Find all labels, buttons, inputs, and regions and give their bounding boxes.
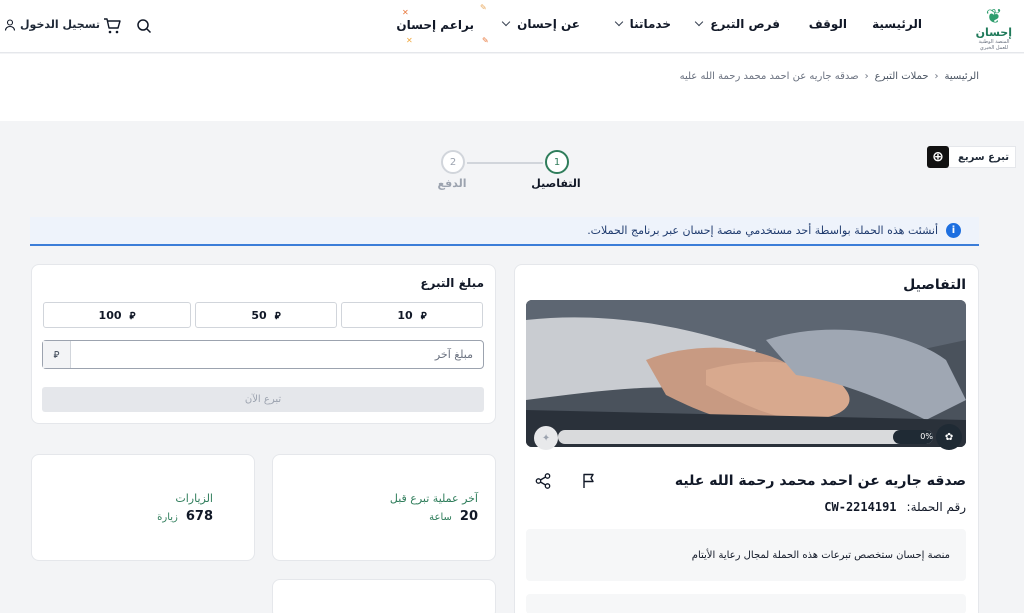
chevron-down-icon xyxy=(501,17,511,27)
sparkle-icon: ✎ xyxy=(480,3,487,12)
nav-waqf[interactable]: الوقف xyxy=(809,17,847,31)
other-amount-input[interactable] xyxy=(71,341,483,368)
details-title: التفاصيل xyxy=(903,277,966,293)
campaign-image xyxy=(526,300,966,447)
donation-amount-title: مبلغ التبرع xyxy=(420,276,484,290)
cart-button[interactable] xyxy=(100,14,124,38)
last-donation-value: 20 xyxy=(459,509,478,524)
step-2-label: الدفع xyxy=(437,177,467,190)
campaign-description: منصة إحسان ستخصص تبرعات هذه الحملة لمجال… xyxy=(526,529,966,581)
campaign-number-value: CW-2214191 xyxy=(824,500,897,514)
riyal-symbol: ⃁ xyxy=(43,341,71,368)
nav-donation-opportunities[interactable]: فرص التبرع xyxy=(695,17,780,31)
step-1-label: التفاصيل xyxy=(531,177,581,190)
campaign-progress: ✦ 0% ✿ xyxy=(526,424,966,450)
breadcrumb-home[interactable]: الرئيسية xyxy=(945,71,979,82)
progress-fill: 0% xyxy=(893,430,933,444)
holding-hands-photo xyxy=(526,300,966,447)
progress-track xyxy=(558,430,933,444)
nav-services[interactable]: خدماتنا xyxy=(614,17,671,31)
chevron-down-icon xyxy=(695,17,704,27)
last-donation-row: 20 ساعة xyxy=(390,509,478,524)
info-icon: i xyxy=(946,223,961,238)
last-donation-unit: ساعة xyxy=(429,512,452,523)
stepper-connector xyxy=(467,162,543,164)
ehsan-logo[interactable]: ❦ إحسان المنصة الوطنية للعمل الخيري xyxy=(975,4,1012,51)
logo-leaves-icon: ❦ xyxy=(985,4,1003,28)
campaign-number: رقم الحملة: CW-2214191 xyxy=(824,500,966,514)
ehsan-programs-promo[interactable]: ✕ ✕ ✎ ✎ براعم إحسان xyxy=(396,0,492,53)
sparkle-icon: ✎ xyxy=(482,36,489,45)
amount-option-100[interactable]: ⃁ 100 xyxy=(43,302,191,328)
riyal-symbol: ⃁ xyxy=(129,310,136,322)
breadcrumb-current: صدقه جاريه عن احمد محمد رحمة الله عليه xyxy=(679,71,859,82)
amount-value: 100 xyxy=(98,308,122,322)
user-icon xyxy=(4,18,16,31)
sparkle-icon: ✕ xyxy=(402,8,409,17)
breadcrumb-bar: الرئيسية ‹ حملات التبرع ‹ صدقه جاريه عن … xyxy=(0,54,1024,121)
donate-now-button[interactable]: تبرع الآن xyxy=(42,387,484,412)
step-1-indicator: 1 xyxy=(545,150,569,174)
search-button[interactable] xyxy=(132,14,156,38)
details-extra-box xyxy=(526,594,966,613)
last-donation-content: آخر عملية تبرع قبل 20 ساعة xyxy=(390,492,478,524)
info-banner-text: أنشئت هذه الحملة بواسطة أحد مستخدمي منصة… xyxy=(587,224,938,237)
chevron-left-icon: ‹ xyxy=(934,71,939,82)
amount-value: 10 xyxy=(397,308,413,322)
chevron-down-icon xyxy=(614,17,623,27)
nav-ehsan-programs: براعم إحسان xyxy=(396,18,474,32)
quick-donate-button[interactable]: تبرع سريع ⊕ xyxy=(927,146,1016,168)
campaign-start-icon: ✦ xyxy=(534,426,558,450)
amount-option-10[interactable]: ⃁ 10 xyxy=(341,302,483,328)
nav-services-label: خدماتنا xyxy=(629,17,671,31)
nav-about[interactable]: عن إحسان xyxy=(501,17,580,31)
visits-card: الزيارات 678 زيارة xyxy=(31,454,255,561)
nav-donation-opportunities-label: فرص التبرع xyxy=(710,17,780,31)
sparkle-icon: ✕ xyxy=(406,36,413,45)
visits-label: الزيارات xyxy=(175,492,213,505)
share-icon xyxy=(535,473,551,489)
share-button[interactable] xyxy=(532,472,552,492)
visits-row: 678 زيارة xyxy=(157,509,213,524)
last-donation-card: آخر عملية تبرع قبل 20 ساعة xyxy=(272,454,496,561)
breadcrumb: الرئيسية ‹ حملات التبرع ‹ صدقه جاريه عن … xyxy=(680,71,979,82)
report-button[interactable] xyxy=(578,472,598,492)
plus-circle-icon: ⊕ xyxy=(927,146,949,168)
quick-donate-label: تبرع سريع xyxy=(957,151,1009,163)
riyal-symbol: ⃁ xyxy=(274,310,281,322)
visits-value: 678 xyxy=(185,509,213,524)
last-donation-label: آخر عملية تبرع قبل xyxy=(389,492,478,505)
info-banner: i أنشئت هذه الحملة بواسطة أحد مستخدمي من… xyxy=(30,217,979,246)
campaign-number-label: رقم الحملة: xyxy=(906,500,966,514)
breadcrumb-campaigns[interactable]: حملات التبرع xyxy=(875,71,929,82)
nav-home[interactable]: الرئيسية xyxy=(872,17,922,31)
campaign-title: صدقه جاريه عن احمد محمد رحمة الله عليه xyxy=(674,473,966,489)
nav-about-label: عن إحسان xyxy=(517,17,580,31)
login-button[interactable]: تسجيل الدخول xyxy=(4,18,100,31)
chevron-left-icon: ‹ xyxy=(864,71,869,82)
flag-icon xyxy=(583,473,594,488)
visits-unit: زيارة xyxy=(157,512,178,523)
campaign-description-text: منصة إحسان ستخصص تبرعات هذه الحملة لمجال… xyxy=(691,549,950,561)
cart-icon xyxy=(104,18,121,34)
amount-option-50[interactable]: ⃁ 50 xyxy=(195,302,337,328)
step-2-indicator: 2 xyxy=(441,150,465,174)
logo-tagline: المنصة الوطنية للعمل الخيري xyxy=(978,39,1010,51)
donate-hand-icon: ✿ xyxy=(936,424,962,450)
search-icon xyxy=(137,19,152,34)
logo-name: إحسان xyxy=(975,26,1012,39)
other-amount-field: ⃁ xyxy=(42,340,484,369)
top-header: ❦ إحسان المنصة الوطنية للعمل الخيري الرئ… xyxy=(0,0,1024,53)
riyal-symbol: ⃁ xyxy=(420,310,427,322)
visits-content: الزيارات 678 زيارة xyxy=(157,492,213,524)
amount-value: 50 xyxy=(251,308,267,322)
extra-stat-card xyxy=(272,579,496,613)
login-label: تسجيل الدخول xyxy=(20,18,101,31)
